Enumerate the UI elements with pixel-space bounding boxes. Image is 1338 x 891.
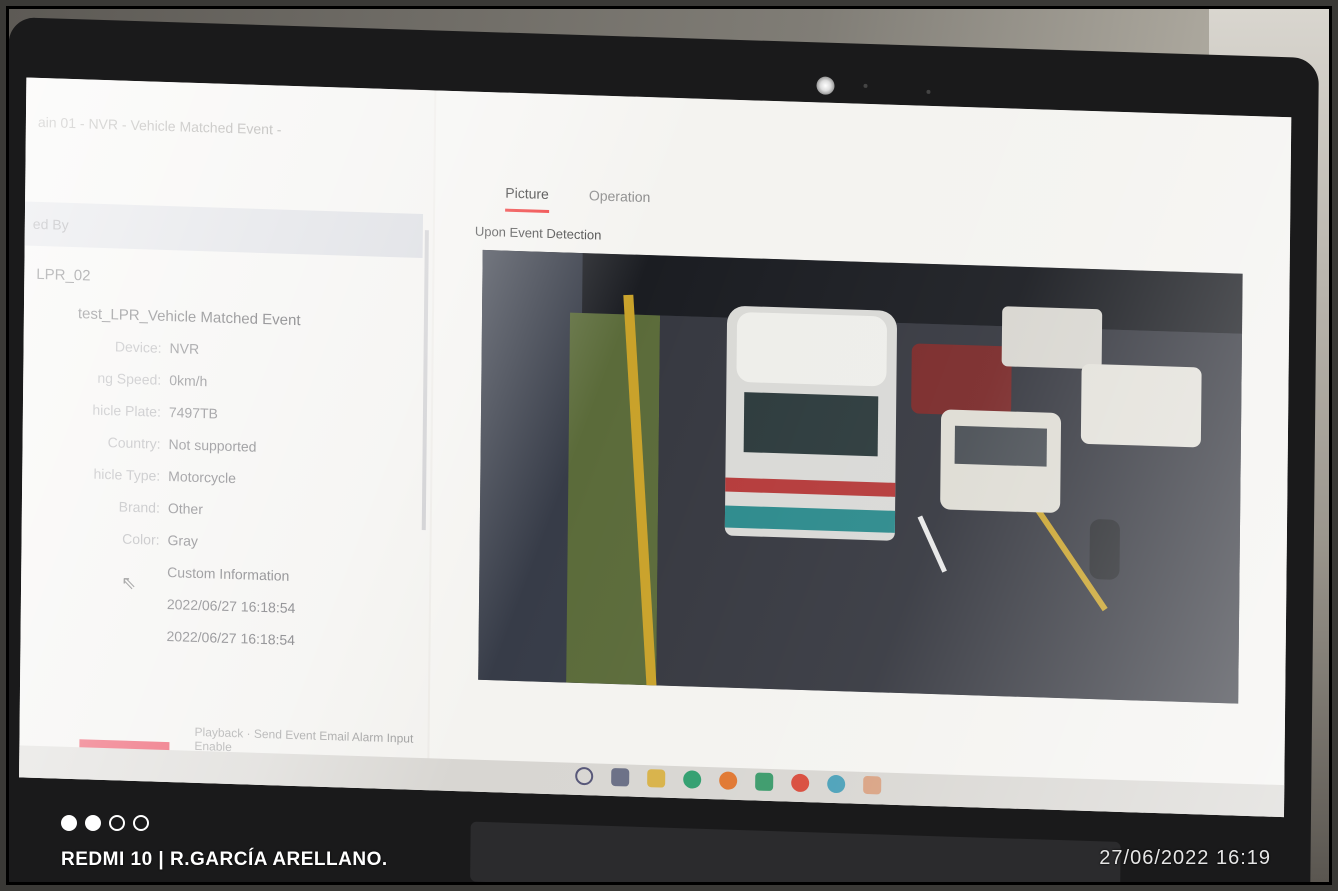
event-picture-pane: Picture Operation Upon Event Detection — [429, 90, 1292, 818]
app-icon[interactable] — [755, 772, 774, 792]
device-caption: REDMI 10 | R.GARCÍA ARELLANO. — [61, 849, 388, 870]
edge-icon[interactable] — [683, 770, 702, 789]
photo-datestamp: 27/06/2022 16:19 — [1099, 847, 1271, 869]
mouse-cursor-icon: ⇖ — [121, 572, 137, 594]
laptop-screen: ain 01 - NVR - Vehicle Matched Event - e… — [19, 77, 1292, 818]
start-circle-icon[interactable] — [575, 766, 594, 786]
section-label: Upon Event Detection — [474, 223, 602, 243]
tab-picture[interactable]: Picture — [505, 184, 549, 213]
dot-filled-icon — [61, 815, 77, 831]
vehicle-red-car — [911, 343, 1012, 417]
camera-sensor-dot — [926, 89, 931, 94]
globe-icon[interactable] — [827, 774, 846, 794]
event-source[interactable]: LPR_02 — [36, 266, 90, 285]
webcam-icon — [816, 76, 835, 95]
taskbar-search-input[interactable]: ⌕ Escribe aquí para buscar — [168, 788, 549, 818]
record-icon[interactable] — [791, 773, 810, 793]
photo-frame: ain 01 - NVR - Vehicle Matched Event - e… — [6, 6, 1332, 885]
window-title: ain 01 - NVR - Vehicle Matched Event - — [37, 113, 282, 138]
task-view-icon[interactable] — [611, 767, 630, 787]
dot-empty-icon — [109, 815, 125, 831]
vehicle-motorcycle — [1089, 518, 1121, 580]
vehicle-pickup-2 — [1080, 363, 1202, 448]
filter-bar[interactable]: ed By — [24, 201, 424, 259]
app2-icon[interactable] — [863, 775, 882, 795]
dot-filled-icon — [85, 815, 101, 831]
vehicle-pickup-1 — [1001, 306, 1103, 370]
camera-mode-dots — [61, 815, 149, 831]
camera-snapshot[interactable] — [478, 249, 1243, 704]
laptop-body: ain 01 - NVR - Vehicle Matched Event - e… — [9, 17, 1319, 882]
search-icon: ⌕ — [180, 800, 189, 816]
event-details-pane: ain 01 - NVR - Vehicle Matched Event - e… — [19, 77, 435, 791]
chrome-icon[interactable] — [719, 771, 738, 790]
field-end-time: 2022/06/27 16:18:54 — [166, 627, 296, 649]
vehicle-white-car — [940, 409, 1062, 514]
dot-empty-icon — [133, 815, 149, 831]
vehicle-bus — [724, 305, 898, 541]
scrollbar[interactable] — [421, 230, 429, 531]
tab-bar: Picture Operation — [505, 184, 651, 217]
tab-operation[interactable]: Operation — [589, 187, 651, 216]
laptop-hinge — [470, 821, 1121, 882]
event-fields: test_LPR_Vehicle Matched Event Device: N… — [38, 304, 301, 664]
folder-icon[interactable] — [647, 769, 666, 788]
camera-sensor-dot — [863, 83, 868, 88]
